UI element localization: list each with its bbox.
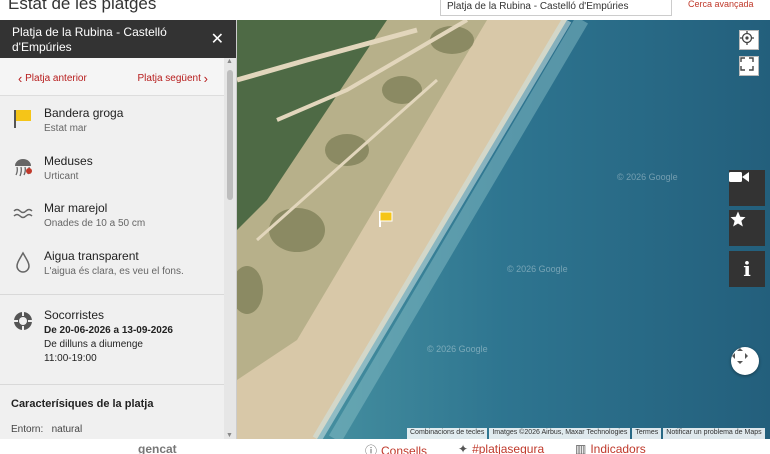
twitter-icon: ✦ bbox=[458, 442, 469, 454]
jellyfish-title: Meduses bbox=[44, 154, 93, 168]
page-title: Estat de les platges bbox=[8, 0, 157, 13]
sea-title: Mar marejol bbox=[44, 201, 108, 215]
bar-chart-icon: ▥ bbox=[575, 442, 587, 454]
favorite-button[interactable] bbox=[729, 210, 765, 246]
yellow-flag-icon bbox=[379, 211, 393, 227]
camera-icon bbox=[729, 172, 749, 182]
divider bbox=[0, 294, 224, 295]
webcam-button[interactable] bbox=[729, 170, 765, 206]
hashtag-label: #platjasegura bbox=[472, 442, 545, 454]
flag-title: Bandera groga bbox=[44, 106, 124, 120]
next-beach-link[interactable]: Platja següent › bbox=[137, 71, 208, 86]
fullscreen-button[interactable] bbox=[739, 56, 759, 76]
move-arrows-icon bbox=[732, 348, 748, 364]
close-icon: ✕ bbox=[210, 31, 224, 48]
lifeguards-info: Socorristes De 20-06-2026 a 13-09-2026 D… bbox=[0, 308, 173, 364]
next-beach-label: Platja següent bbox=[137, 73, 201, 84]
entorn-row: Entorn: natural bbox=[11, 424, 82, 435]
advanced-search-link[interactable]: Cerca avançada bbox=[688, 0, 754, 9]
water-title: Aigua transparent bbox=[44, 249, 139, 263]
indicators-link[interactable]: ▥ Indicadors bbox=[575, 442, 646, 454]
flag-icon bbox=[14, 110, 31, 128]
flag-subtitle: Estat mar bbox=[44, 123, 87, 134]
waves-icon bbox=[13, 208, 33, 219]
info-icon: i bbox=[743, 257, 751, 281]
lifeguards-title: Socorristes bbox=[44, 308, 105, 322]
panel-header: Platja de la Rubina - Castelló d'Empúrie… bbox=[0, 20, 236, 58]
scroll-up-arrow-icon[interactable]: ▲ bbox=[226, 58, 233, 65]
info-button[interactable]: i bbox=[729, 251, 765, 287]
divider bbox=[0, 384, 224, 385]
chevron-right-icon: › bbox=[203, 71, 208, 86]
water-drop-icon bbox=[16, 251, 30, 273]
gencat-logo[interactable]: gencat bbox=[138, 442, 177, 454]
features-heading: Caracterísiques de la platja bbox=[11, 398, 154, 410]
scroll-thumb[interactable] bbox=[227, 70, 233, 200]
indicators-label: Indicadors bbox=[590, 442, 646, 454]
scroll-down-arrow-icon[interactable]: ▼ bbox=[226, 432, 233, 439]
terms-link[interactable]: Termes bbox=[632, 428, 662, 439]
imagery-credit: Imatges ©2026 Airbus, Maxar Technologies bbox=[489, 428, 631, 439]
previous-beach-label: Platja anterior bbox=[25, 73, 87, 84]
entorn-value: natural bbox=[51, 424, 83, 435]
lifeguards-hours: 11:00-19:00 bbox=[44, 353, 97, 364]
page-footer: gencat ⓘ Consells ✦ #platjasegura ▥ Indicad… bbox=[0, 439, 770, 454]
jellyfish-subtitle: Urticant bbox=[44, 171, 79, 182]
jellyfish-icon bbox=[15, 159, 32, 177]
hashtag-link[interactable]: ✦ #platjasegura bbox=[458, 442, 544, 454]
sea-status: Mar marejol Onades de 10 a 50 cm bbox=[0, 201, 145, 229]
satellite-imagery: © 2026 Google © 2026 Google © 2026 Googl… bbox=[237, 20, 770, 439]
beach-details-panel: Platja de la Rubina - Castelló d'Empúrie… bbox=[0, 20, 237, 439]
entorn-label: Entorn: bbox=[11, 424, 44, 435]
beach-name: Platja de la Rubina - Castelló d'Empúrie… bbox=[12, 25, 167, 54]
sea-subtitle: Onades de 10 a 50 cm bbox=[44, 218, 146, 229]
info-circle-icon: ⓘ bbox=[365, 444, 378, 454]
water-subtitle: L'aigua és clara, es veu el fons. bbox=[44, 266, 184, 277]
map-watermark: © 2026 Google bbox=[617, 172, 678, 182]
pan-control-button[interactable] bbox=[731, 347, 759, 375]
fullscreen-icon bbox=[740, 57, 754, 71]
star-icon bbox=[730, 211, 746, 227]
flag-status: Bandera groga Estat mar bbox=[0, 106, 123, 134]
water-status: Aigua transparent L'aigua és clara, es v… bbox=[0, 249, 184, 277]
map-attribution: Combinacions de tecles Imatges ©2026 Air… bbox=[405, 428, 765, 439]
tips-label: Consells bbox=[381, 444, 428, 454]
chevron-left-icon: ‹ bbox=[18, 71, 23, 86]
report-problem-link[interactable]: Notificar un problema de Maps bbox=[663, 428, 765, 439]
lifebuoy-icon bbox=[13, 311, 33, 331]
previous-beach-link[interactable]: ‹ Platja anterior bbox=[18, 71, 87, 86]
map-view[interactable]: © 2026 Google © 2026 Google © 2026 Googl… bbox=[237, 20, 770, 439]
lifeguards-days: De dilluns a diumenge bbox=[44, 339, 143, 350]
locate-icon bbox=[740, 31, 754, 45]
lifeguards-dates: De 20-06-2026 a 13-09-2026 bbox=[44, 325, 173, 336]
beach-navigation: ‹ Platja anterior Platja següent › bbox=[0, 58, 236, 96]
map-watermark: © 2026 Google bbox=[427, 344, 488, 354]
jellyfish-status: Meduses Urticant bbox=[0, 154, 93, 182]
app-root: Estat de les platges Platja de la Rubina… bbox=[0, 0, 770, 454]
map-watermark: © 2026 Google bbox=[507, 264, 568, 274]
top-bar: Estat de les platges Platja de la Rubina… bbox=[0, 0, 770, 20]
keyboard-shortcuts-link[interactable]: Combinacions de tecles bbox=[407, 428, 488, 439]
close-button[interactable]: ✕ bbox=[211, 29, 224, 49]
tips-link[interactable]: ⓘ Consells bbox=[365, 442, 427, 454]
panel-scrollbar[interactable]: ▲ ▼ bbox=[224, 58, 236, 439]
search-input[interactable]: Platja de la Rubina - Castelló d'Empúrie… bbox=[440, 0, 672, 16]
locate-button[interactable] bbox=[739, 30, 759, 50]
